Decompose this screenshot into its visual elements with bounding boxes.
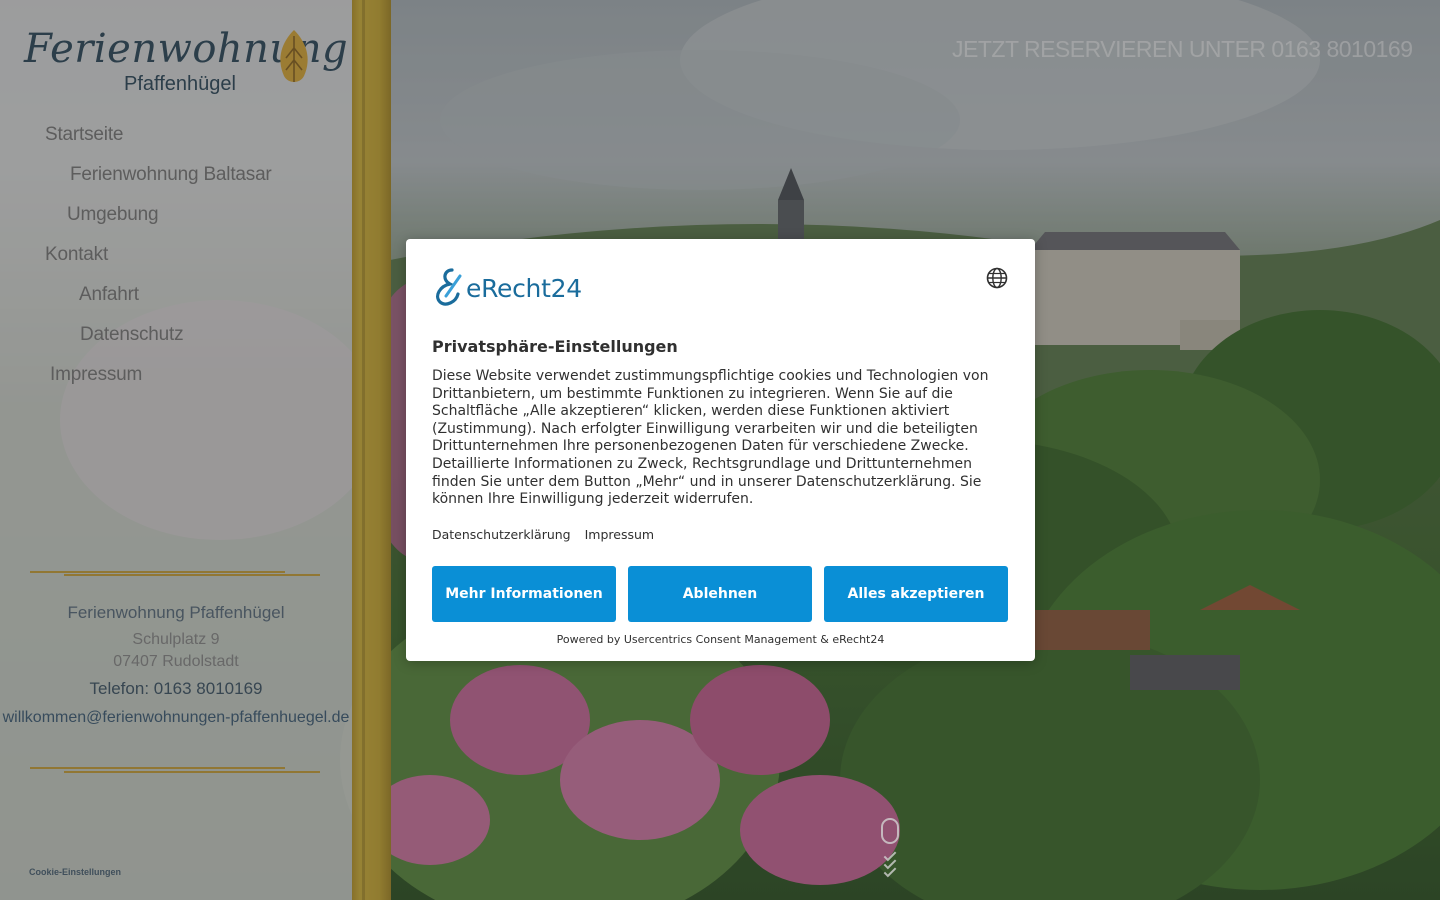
brand-name: eRecht24 (466, 274, 582, 303)
more-info-button[interactable]: Mehr Informationen (432, 566, 616, 622)
mouse-icon (881, 818, 899, 844)
scroll-down-indicator[interactable] (880, 818, 900, 878)
consent-description: Diese Website verwendet zustimmungspflic… (432, 368, 989, 508)
accept-all-button[interactable]: Alles akzeptieren (824, 566, 1008, 622)
imprint-link[interactable]: Impressum (585, 527, 654, 542)
powered-by-text: Powered by Usercentrics Consent Manageme… (556, 633, 885, 646)
deny-button[interactable]: Ablehnen (628, 566, 812, 622)
erecht24-logo-icon (436, 268, 462, 306)
consent-links: Datenschutzerklärung Impressum (432, 527, 664, 542)
consent-title: Privatsphäre-Einstellungen (432, 337, 678, 356)
globe-icon[interactable] (986, 267, 1008, 289)
privacy-policy-link[interactable]: Datenschutzerklärung (432, 527, 571, 542)
consent-dialog: eRecht24 Privatsphäre-Einstellungen Dies… (406, 239, 1035, 661)
erecht24-brand: eRecht24 (432, 266, 602, 306)
